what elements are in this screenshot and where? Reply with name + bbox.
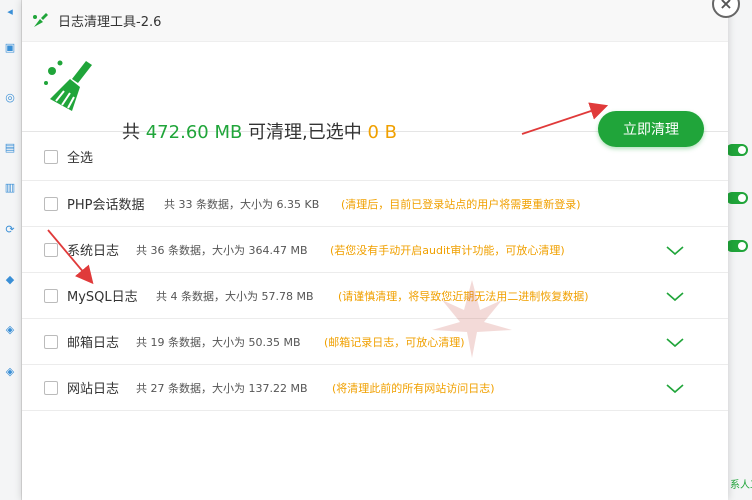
background-toggle[interactable]: [726, 240, 748, 252]
item-info: 共 4 条数据，大小为 57.78 MB: [156, 289, 314, 303]
summary-panel: 共 472.60 MB 可清理,已选中 0 B 立即清理: [22, 42, 728, 147]
item-info: 共 36 条数据，大小为 364.47 MB: [136, 243, 308, 257]
item-checkbox[interactable]: [44, 242, 58, 257]
item-name: PHP会话数据: [67, 198, 145, 213]
dialog-title: 日志清理工具-2.6: [58, 15, 162, 30]
item-info: 共 19 条数据，大小为 50.35 MB: [136, 335, 301, 349]
item-checkbox[interactable]: [44, 380, 58, 395]
background-icon: ◂: [7, 5, 13, 18]
item-info: 共 27 条数据，大小为 137.22 MB: [136, 381, 308, 395]
item-name: 邮箱日志: [67, 336, 120, 351]
list-item[interactable]: 邮箱日志 共 19 条数据，大小为 50.35 MB (邮箱记录日志，可放心清理…: [22, 319, 728, 365]
list-item[interactable]: MySQL日志 共 4 条数据，大小为 57.78 MB (请谨慎清理，将导致您…: [22, 273, 728, 319]
item-checkbox[interactable]: [44, 288, 58, 303]
list-item[interactable]: 系统日志 共 36 条数据，大小为 364.47 MB (若您没有手动开启aud…: [22, 227, 728, 273]
background-icon: ▤: [4, 141, 16, 154]
item-info: 共 33 条数据，大小为 6.35 KB: [164, 197, 320, 211]
select-all-checkbox[interactable]: [44, 149, 58, 164]
background-icon: ⟳: [5, 223, 15, 236]
background-icon: ◈: [5, 365, 15, 378]
background-icon: ▥: [4, 181, 16, 194]
item-checkbox[interactable]: [44, 334, 58, 349]
background-icon: ◎: [5, 91, 15, 104]
item-note: (将清理此前的所有网站访问日志): [332, 381, 495, 395]
background-app-sidebar: ◂ ▣ ◎ ▤ ▥ ⟳ ◆ ◈ ◈: [0, 0, 22, 500]
background-icon: ◈: [5, 323, 15, 336]
watermark-logo: [432, 280, 512, 358]
item-note: (清理后，目前已登录站点的用户将需要重新登录): [341, 197, 581, 211]
list-item[interactable]: 网站日志 共 27 条数据，大小为 137.22 MB (将清理此前的所有网站访…: [22, 365, 728, 411]
dialog-titlebar: 日志清理工具-2.6: [22, 0, 728, 42]
chevron-down-icon[interactable]: [664, 289, 686, 303]
close-icon: ×: [719, 0, 733, 13]
list-item[interactable]: PHP会话数据 共 33 条数据，大小为 6.35 KB (清理后，目前已登录站…: [22, 181, 728, 227]
background-toggle[interactable]: [726, 192, 748, 204]
item-checkbox[interactable]: [44, 196, 58, 211]
background-icon: ▣: [4, 41, 16, 54]
item-note: (若您没有手动开启audit审计功能，可放心清理): [330, 243, 565, 257]
item-name: MySQL日志: [67, 290, 138, 305]
item-name: 系统日志: [67, 244, 120, 259]
select-all-label: 全选: [67, 151, 94, 166]
item-name: 网站日志: [67, 382, 120, 397]
log-category-list: 全选 PHP会话数据 共 33 条数据，大小为 6.35 KB (清理后，目前已…: [22, 133, 728, 411]
background-icon: ◆: [5, 273, 15, 286]
background-toggle[interactable]: [726, 144, 748, 156]
app-logo-icon: [33, 12, 48, 27]
chevron-down-icon[interactable]: [664, 243, 686, 257]
log-cleaner-dialog: 日志清理工具-2.6 共 472.60 MB 可清理,已选中 0 B 立即清理 …: [22, 0, 728, 500]
broom-icon: [44, 60, 92, 111]
select-all-row[interactable]: 全选: [22, 133, 728, 181]
chevron-down-icon[interactable]: [664, 381, 686, 395]
chevron-down-icon[interactable]: [664, 335, 686, 349]
background-link-text[interactable]: 系人工: [730, 476, 752, 491]
